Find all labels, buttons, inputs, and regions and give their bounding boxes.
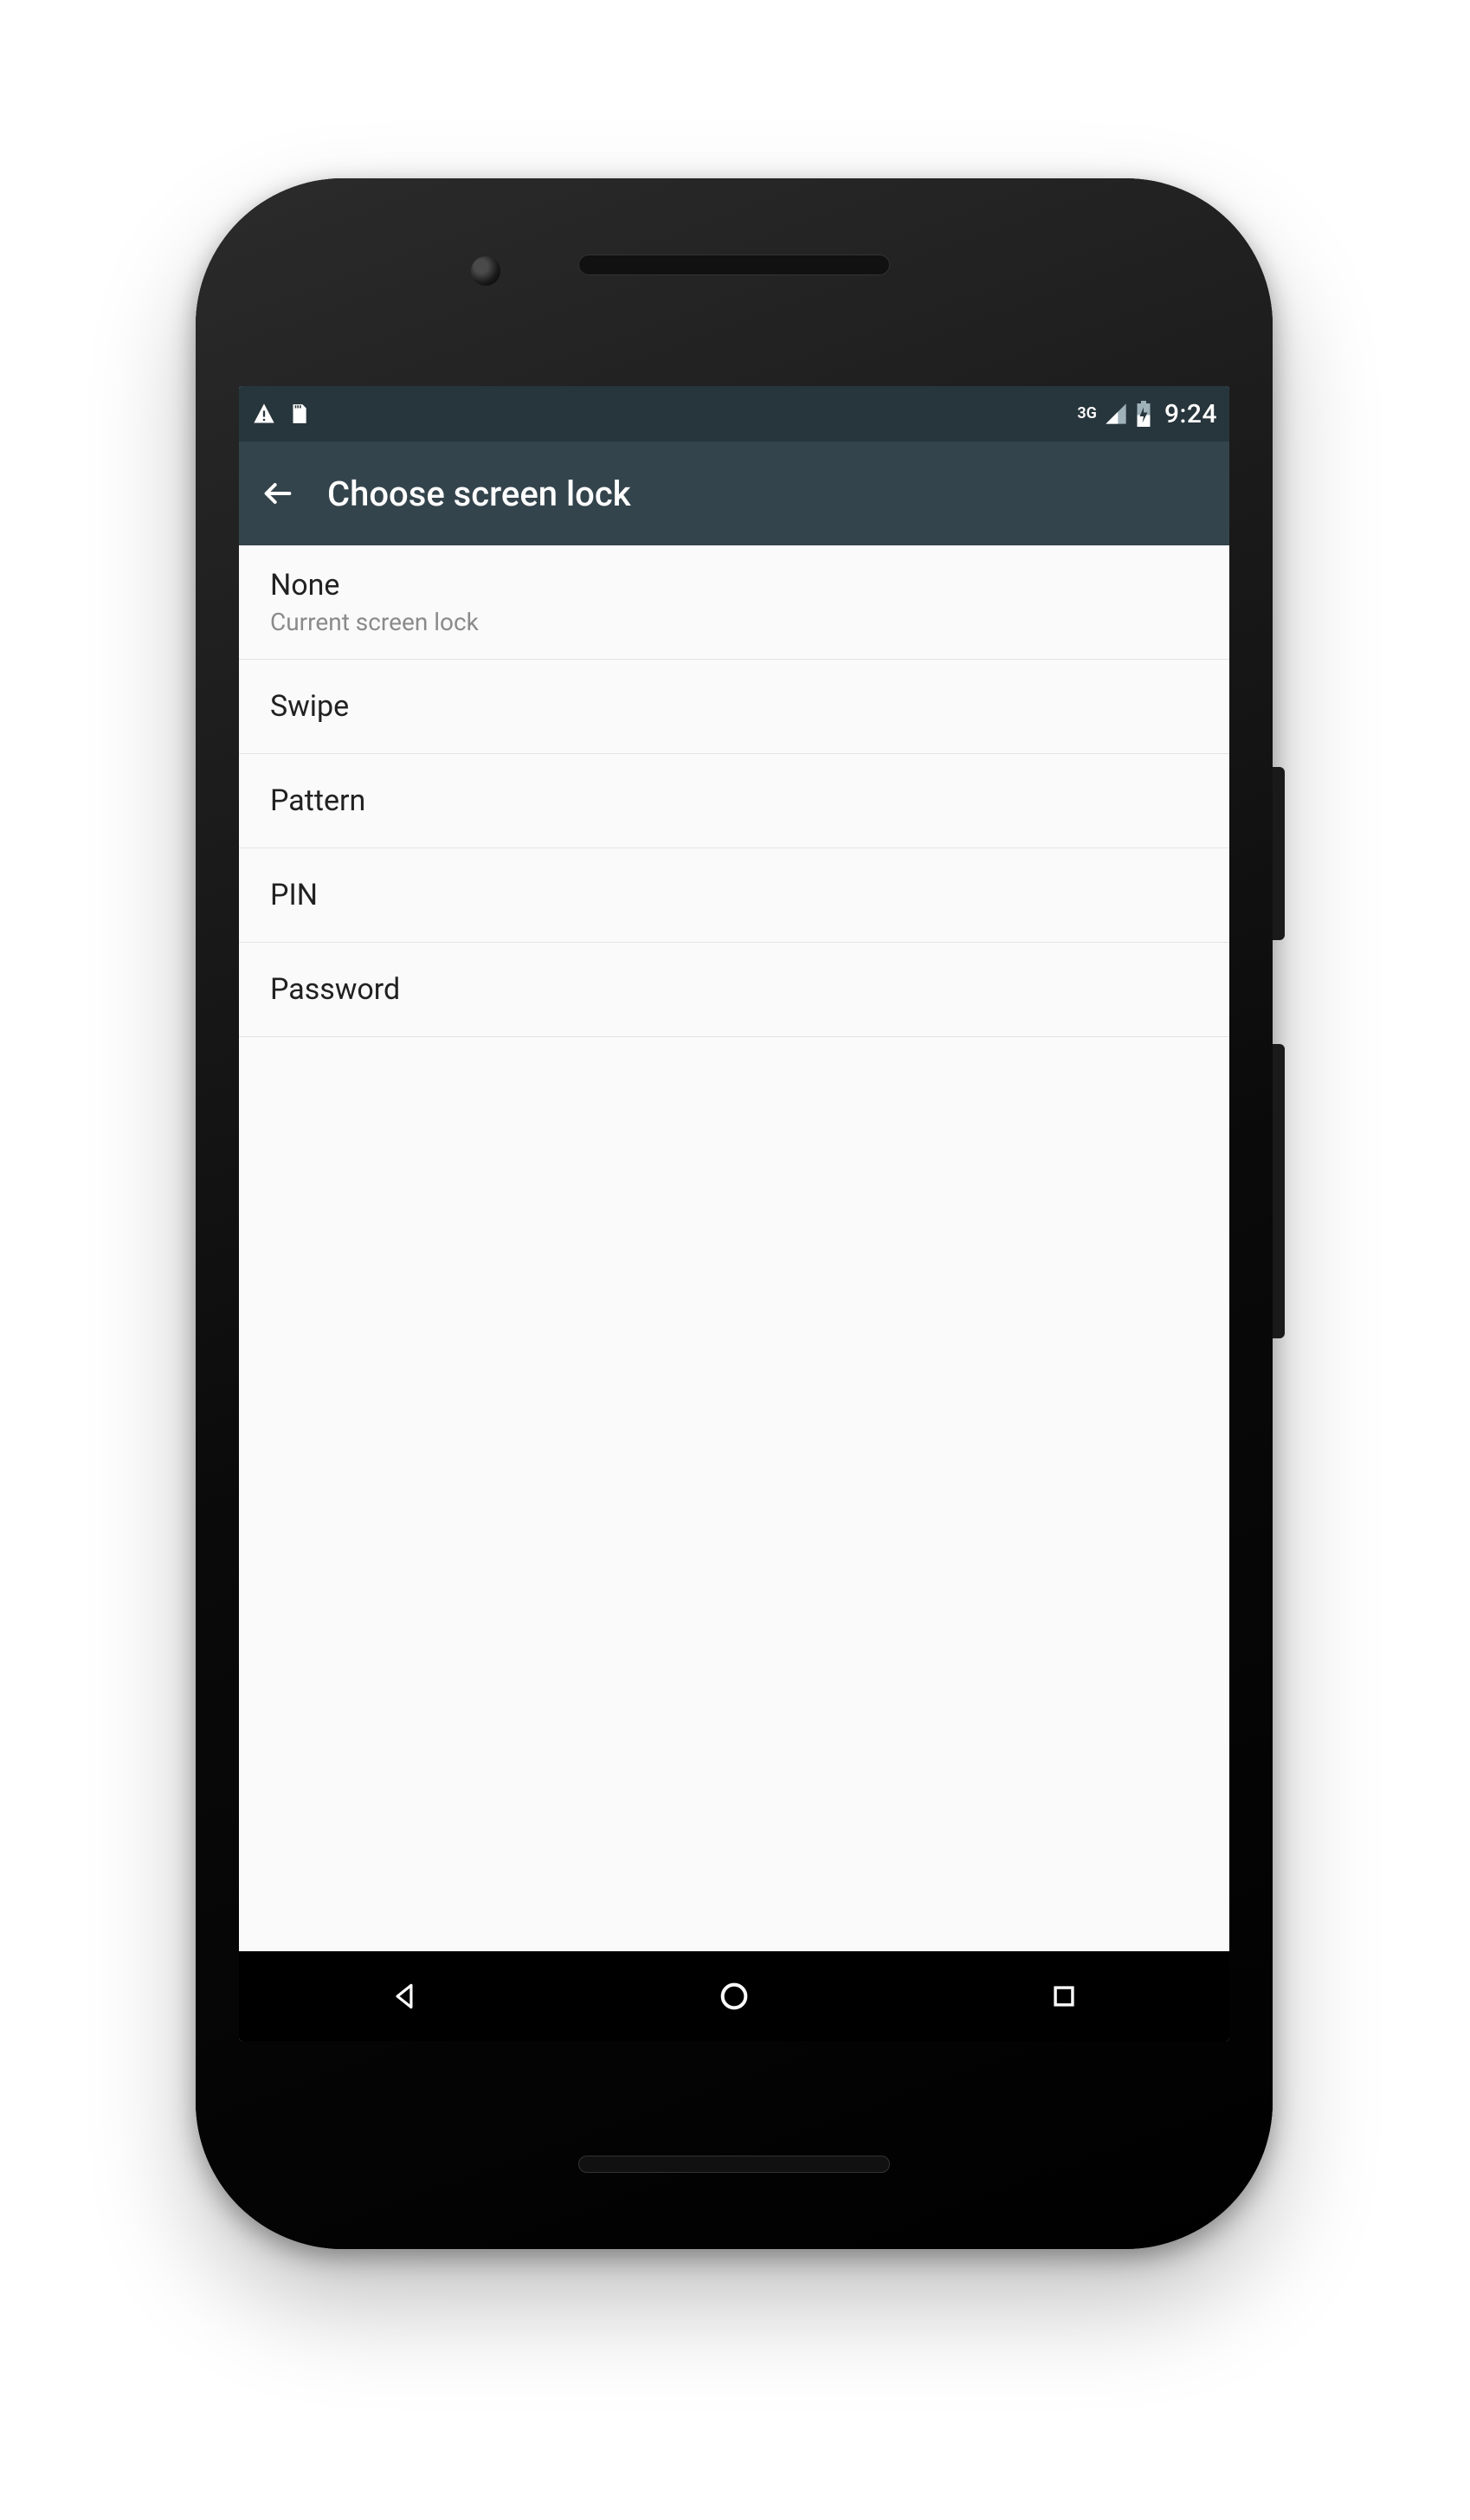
option-label: Pattern bbox=[270, 783, 1198, 818]
lock-option-pattern[interactable]: Pattern bbox=[239, 754, 1229, 848]
option-label: None bbox=[270, 568, 1198, 603]
phone-microphone bbox=[578, 2156, 890, 2173]
option-label: PIN bbox=[270, 878, 1198, 912]
status-bar: 3G 9 bbox=[239, 386, 1229, 441]
phone-speaker bbox=[578, 255, 890, 275]
network-3g-label: 3G bbox=[1077, 406, 1097, 422]
back-button[interactable] bbox=[260, 475, 296, 512]
cell-signal-icon bbox=[1104, 402, 1128, 426]
warning-icon bbox=[251, 402, 277, 426]
lock-option-pin[interactable]: PIN bbox=[239, 848, 1229, 943]
screen: 3G 9 bbox=[239, 386, 1229, 2041]
phone-volume-button[interactable] bbox=[1273, 1044, 1285, 1338]
nav-home-button[interactable] bbox=[713, 1975, 755, 2017]
option-label: Password bbox=[270, 972, 1198, 1007]
app-bar: Choose screen lock bbox=[239, 441, 1229, 545]
sd-card-icon bbox=[287, 401, 310, 427]
lock-option-none[interactable]: None Current screen lock bbox=[239, 545, 1229, 660]
phone-power-button[interactable] bbox=[1273, 767, 1285, 940]
battery-icon bbox=[1135, 401, 1152, 427]
nav-back-button[interactable] bbox=[384, 1975, 425, 2017]
option-sublabel: Current screen lock bbox=[270, 608, 1198, 636]
nav-recents-button[interactable] bbox=[1043, 1975, 1085, 2017]
lock-option-password[interactable]: Password bbox=[239, 943, 1229, 1037]
page-title: Choose screen lock bbox=[327, 474, 631, 514]
system-nav-bar bbox=[239, 1951, 1229, 2041]
lock-options-list: None Current screen lock Swipe Pattern P… bbox=[239, 545, 1229, 1951]
phone-front-camera bbox=[471, 256, 500, 286]
option-label: Swipe bbox=[270, 689, 1198, 724]
phone-frame: 3G 9 bbox=[196, 178, 1273, 2249]
lock-option-swipe[interactable]: Swipe bbox=[239, 660, 1229, 754]
status-clock: 9:24 bbox=[1164, 399, 1217, 429]
